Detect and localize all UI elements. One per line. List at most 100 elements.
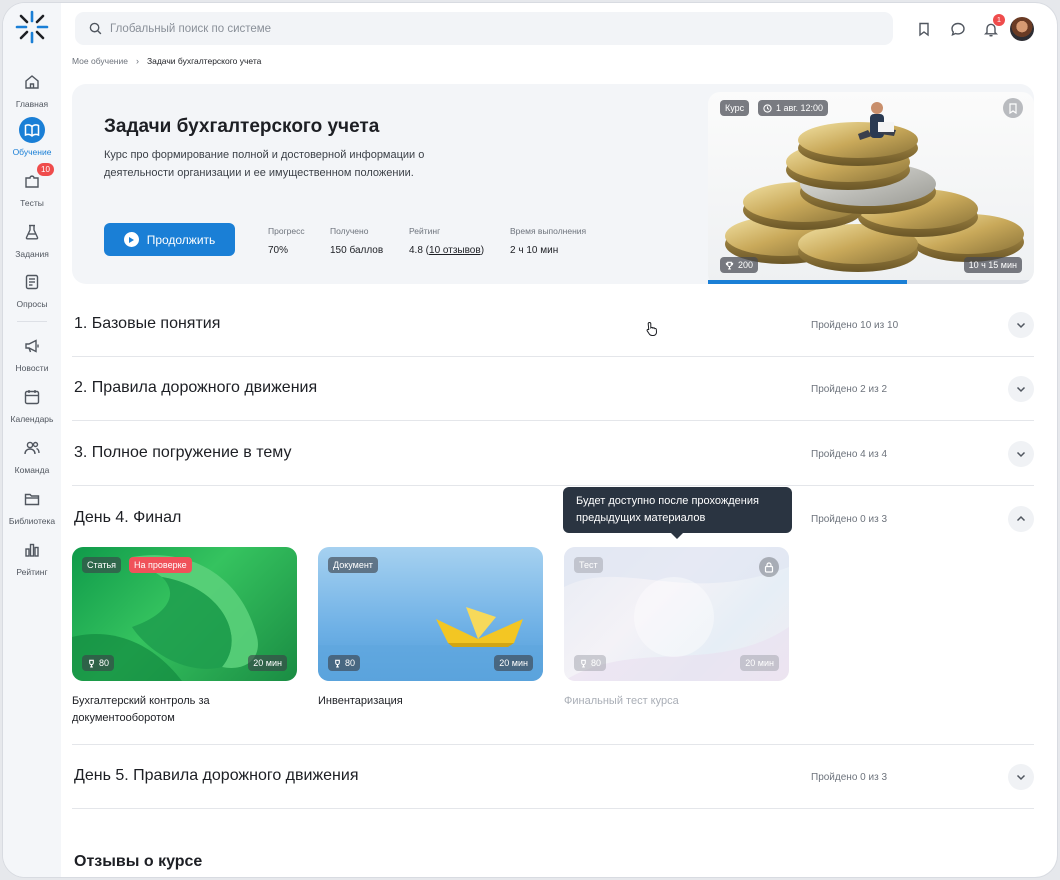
lesson-card[interactable]: Документ 80 20 мин Инвентаризация — [318, 547, 543, 710]
breadcrumb-link[interactable]: Мое обучение — [72, 56, 128, 66]
lesson-points-chip: 80 — [82, 655, 115, 671]
stat-label: Рейтинг — [409, 226, 441, 236]
lesson-points-chip: 80 — [328, 655, 361, 671]
notifications-button[interactable]: 1 — [981, 14, 1005, 39]
stat-label: Получено — [330, 226, 369, 236]
global-search[interactable] — [75, 12, 893, 45]
module-row[interactable]: 3. Полное погружение в тему Пройдено 4 и… — [72, 422, 1034, 486]
stat-received: Получено 150 баллов — [330, 226, 383, 256]
lesson-card-locked: Тест 80 20 мин Финальный тест курса — [564, 547, 789, 710]
module-row[interactable]: 1. Базовые понятия Пройдено 10 из 10 — [72, 293, 1034, 357]
reviews-link[interactable]: 10 отзывов — [429, 245, 481, 256]
sidebar-item-calendar[interactable]: Календарь — [3, 384, 61, 432]
expand-button[interactable] — [1008, 441, 1034, 467]
chevron-down-icon — [1016, 322, 1026, 329]
reviews-section-title: Отзывы о курсе — [74, 853, 203, 870]
lesson-points-chip: 80 — [574, 655, 607, 671]
continue-button[interactable]: Продолжить — [104, 223, 235, 256]
lesson-type-chip: Статья — [82, 557, 122, 573]
module-row[interactable]: 2. Правила дорожного движения Пройдено 2… — [72, 357, 1034, 421]
sidebar-item-tests[interactable]: 10 Тесты — [3, 163, 61, 216]
sidebar-item-label: Обучение — [12, 147, 52, 157]
sidebar-item-home[interactable]: Главная — [3, 69, 61, 117]
sidebar-item-tasks[interactable]: Задания — [3, 219, 61, 267]
app-window: Главная Обучение 10 Тесты Задания Опросы… — [3, 3, 1057, 877]
sidebar-item-surveys[interactable]: Опросы — [3, 269, 61, 317]
expand-button[interactable] — [1008, 312, 1034, 338]
chat-icon — [951, 22, 965, 37]
lesson-image: Тест 80 20 мин — [564, 547, 789, 681]
module-status: Пройдено 10 из 10 — [811, 320, 899, 331]
collapse-button[interactable] — [1008, 506, 1034, 532]
bookmarks-button[interactable] — [914, 19, 934, 39]
bookmark-icon — [1009, 102, 1017, 114]
coins-illustration — [725, 102, 1024, 272]
lesson-type-chip: Документ — [328, 557, 378, 573]
module-title: 3. Полное погружение в тему — [74, 444, 292, 461]
lesson-title: Финальный тест курса — [564, 695, 679, 707]
user-avatar[interactable] — [1010, 17, 1034, 41]
course-hero: Задачи бухгалтерского учета Курс про фор… — [72, 84, 1034, 284]
home-icon — [19, 69, 45, 95]
course-duration-chip: 10 ч 15 мин — [963, 257, 1022, 273]
sidebar-item-news[interactable]: Новости — [3, 333, 61, 381]
course-cover-image: Курс 1 авг. 12:00 200 10 ч 15 мин — [708, 92, 1034, 284]
trophy-icon — [581, 659, 586, 667]
sidebar-item-team[interactable]: Команда — [3, 435, 61, 483]
survey-icon — [19, 269, 45, 295]
bookmark-icon — [919, 22, 929, 37]
tests-badge: 10 — [37, 163, 54, 176]
course-points-chip: 200 — [720, 257, 759, 273]
puzzle-icon: 10 — [19, 163, 54, 194]
course-progress-bar — [708, 280, 1034, 284]
lesson-title[interactable]: Инвентаризация — [318, 693, 543, 710]
course-points: 200 — [738, 260, 754, 270]
stat-rating: Рейтинг 4.8 (10 отзывов) — [409, 226, 484, 256]
sidebar-item-label: Главная — [15, 99, 49, 109]
module-status: Пройдено 4 из 4 — [811, 449, 888, 460]
sidebar-item-label: Рейтинг — [16, 567, 48, 577]
sidebar-item-learning[interactable]: Обучение — [3, 117, 61, 165]
flask-icon — [19, 219, 45, 245]
trophy-icon — [335, 659, 340, 667]
sidebar-item-library[interactable]: Библиотека — [3, 486, 61, 534]
chevron-down-icon — [1016, 451, 1026, 458]
folder-icon — [19, 486, 45, 512]
sidebar-item-rating[interactable]: Рейтинг — [3, 537, 61, 585]
lesson-image[interactable]: Статья На проверке 80 20 мин — [72, 547, 297, 681]
course-bookmark-button[interactable] — [1003, 98, 1023, 118]
sidebar-item-label: Опросы — [16, 299, 48, 309]
search-input[interactable] — [110, 22, 810, 35]
messages-button[interactable] — [948, 19, 968, 39]
module-title: 1. Базовые понятия — [74, 315, 221, 332]
chevron-right-icon: › — [135, 56, 139, 66]
sidebar-item-label: Библиотека — [8, 516, 56, 526]
lesson-points: 80 — [591, 658, 602, 668]
stat-value: 150 баллов — [330, 245, 384, 256]
chevron-down-icon — [1016, 386, 1026, 393]
hand-cursor-icon — [646, 321, 657, 336]
lesson-image[interactable]: Документ 80 20 мин — [318, 547, 543, 681]
lesson-card[interactable]: Статья На проверке 80 20 мин Бухгалтерск… — [72, 547, 297, 727]
course-type-chip: Курс — [720, 100, 750, 116]
page-title: Задачи бухгалтерского учета — [104, 116, 380, 137]
logo-icon[interactable] — [14, 9, 50, 45]
course-progress-fill — [708, 280, 907, 284]
review-status-chip: На проверке — [129, 557, 192, 573]
expand-button[interactable] — [1008, 764, 1034, 790]
calendar-icon — [19, 384, 45, 410]
rating-value: 4.8 — [409, 245, 423, 256]
stat-duration: Время выполнения 2 ч 10 мин — [510, 226, 586, 256]
lesson-duration-chip: 20 мин — [740, 655, 779, 671]
module-status: Пройдено 0 из 3 — [811, 514, 888, 525]
trophy-icon — [725, 261, 734, 269]
expand-button[interactable] — [1008, 376, 1034, 402]
breadcrumb-current: Задачи бухгалтерского учета — [146, 56, 262, 66]
module-row[interactable]: День 5. Правила дорожного движения Пройд… — [72, 745, 1034, 809]
lesson-type-chip: Тест — [574, 557, 603, 573]
breadcrumb: Мое обучение › Задачи бухгалтерского уче… — [72, 56, 261, 66]
megaphone-icon — [19, 333, 45, 359]
lock-icon — [759, 557, 779, 577]
lesson-title[interactable]: Бухгалтерский контроль за документооборо… — [72, 693, 297, 727]
course-date-chip: 1 авг. 12:00 — [758, 100, 828, 116]
